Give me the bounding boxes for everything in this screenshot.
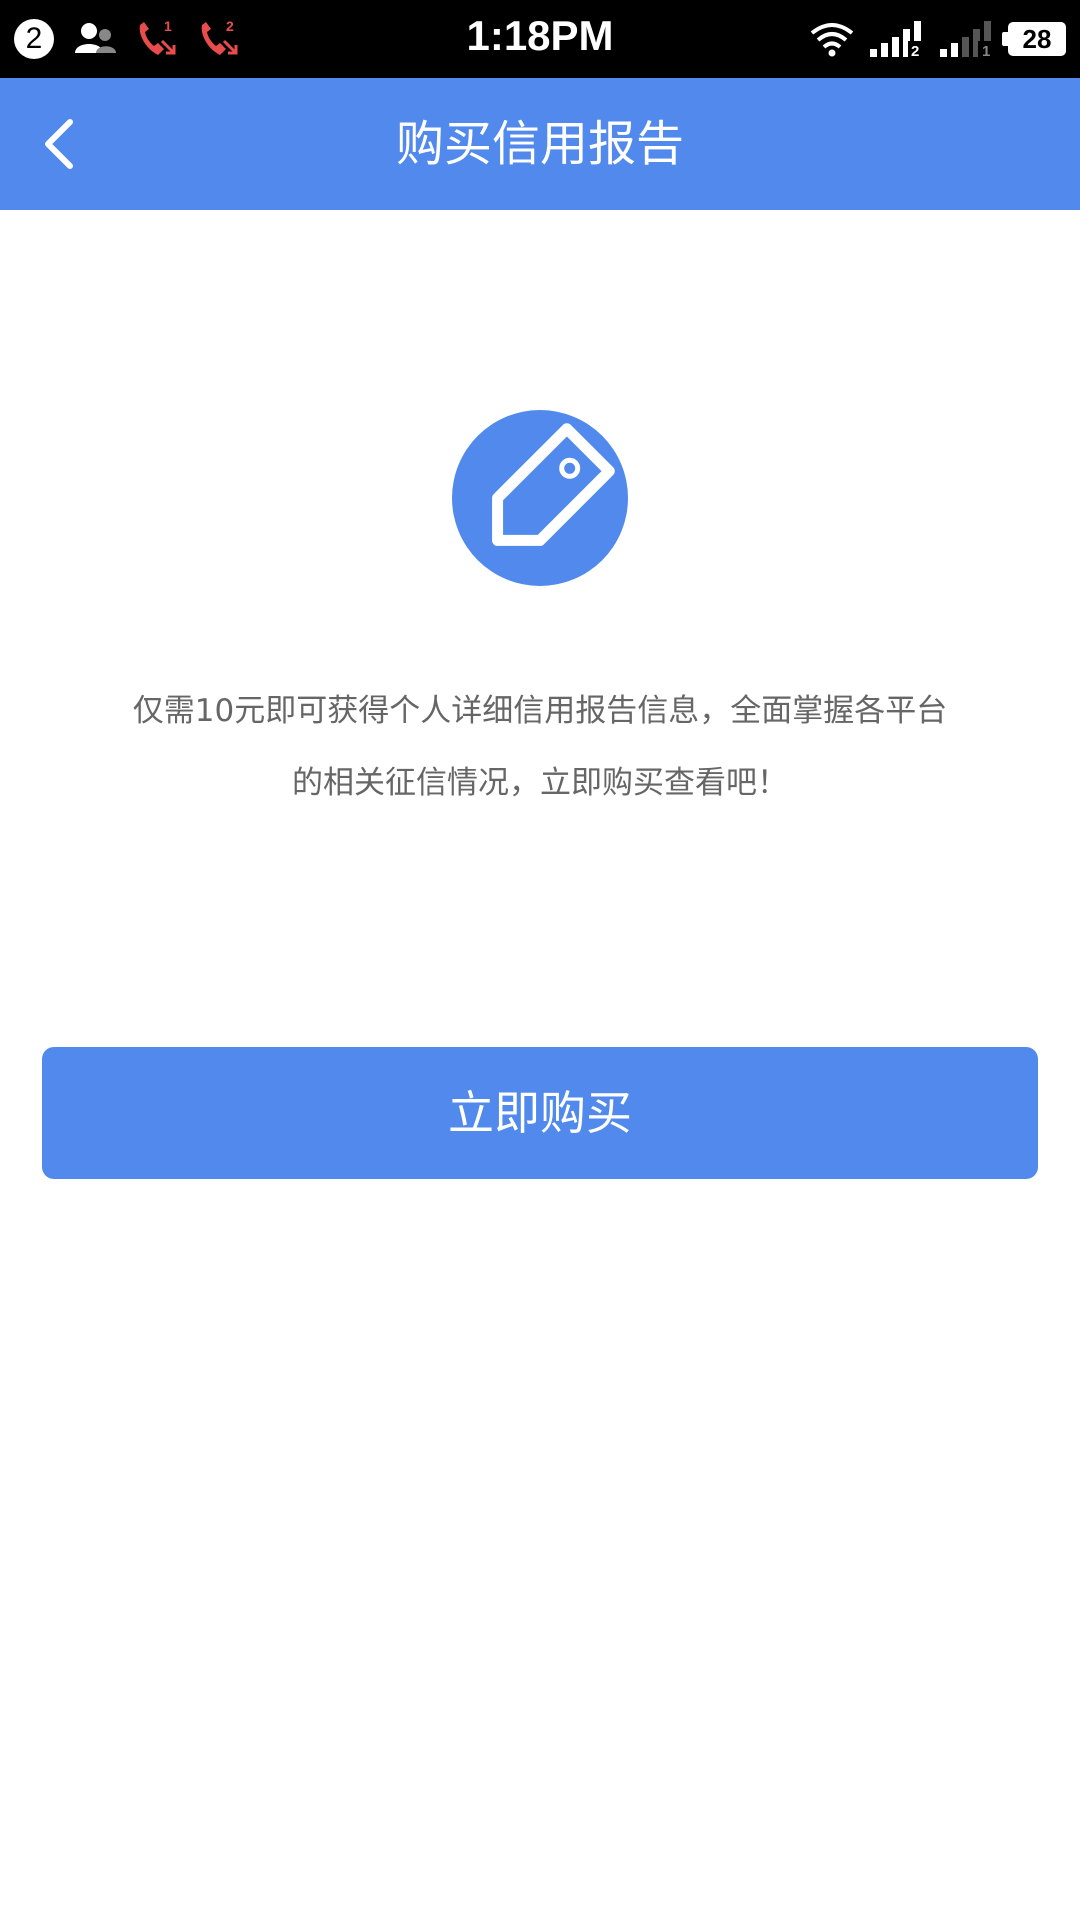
buy-now-button[interactable]: 立即购买 <box>42 1047 1038 1179</box>
wifi-icon <box>810 23 854 57</box>
status-bar-right: 2 1 28 <box>796 17 1066 61</box>
svg-text:2: 2 <box>911 43 919 59</box>
chevron-left-icon <box>45 119 73 169</box>
price-tag-icon <box>492 423 615 546</box>
back-button[interactable] <box>20 104 100 184</box>
svg-text:1: 1 <box>982 43 990 59</box>
status-bar: 2 1 2 1:18PM 2 1 28 <box>0 0 1080 78</box>
description-text: 仅需10元即可获得个人详细信用报告信息，全面掌握各平台的相关征信情况，立即购买查… <box>132 693 948 801</box>
battery-icon: 28 <box>1002 22 1066 56</box>
page-title: 购买信用报告 <box>395 116 684 172</box>
signal-icon: 1 <box>940 21 994 59</box>
title-bar: 购买信用报告 <box>0 78 1080 210</box>
price-tag-badge <box>452 410 628 586</box>
signal-icon: 2 <box>870 21 924 59</box>
